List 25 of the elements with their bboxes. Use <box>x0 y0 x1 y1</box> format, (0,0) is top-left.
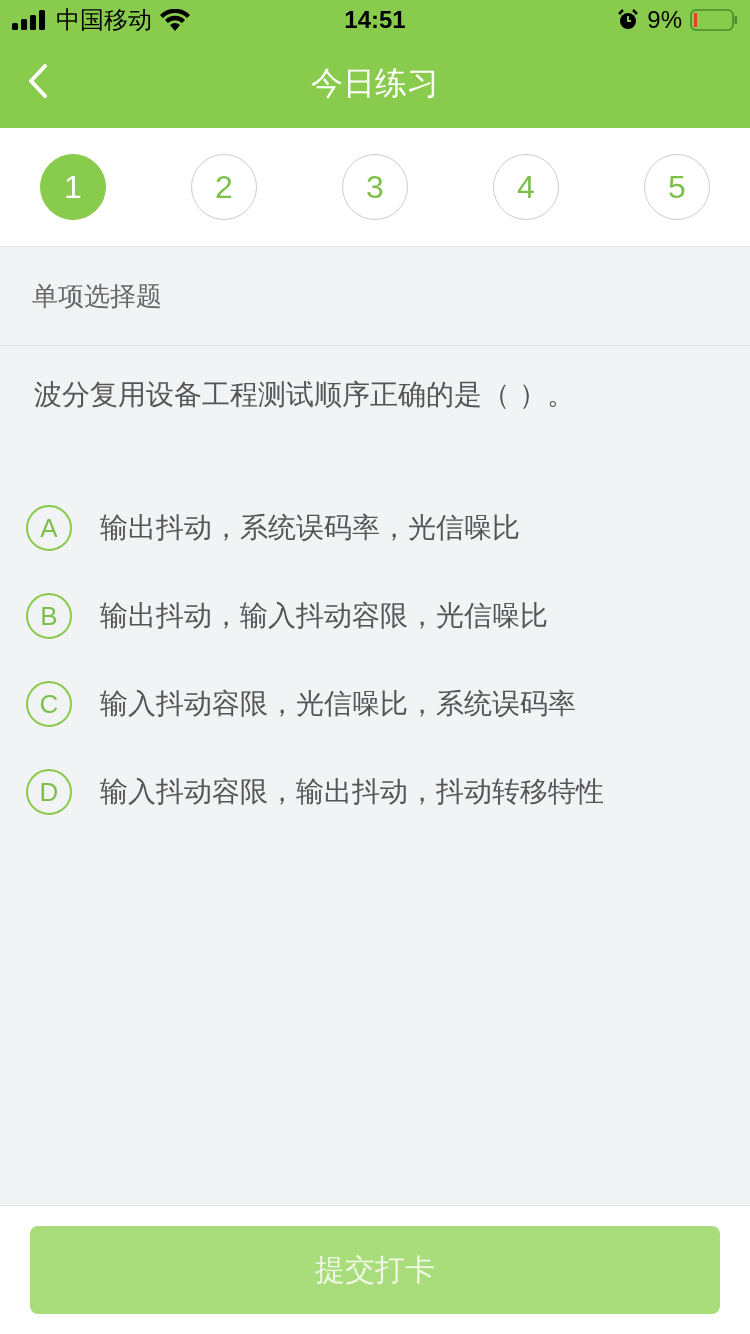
page-title: 今日练习 <box>311 63 439 104</box>
clock-time: 14:51 <box>344 6 406 34</box>
battery-icon <box>690 9 738 31</box>
back-button[interactable] <box>28 64 48 98</box>
section-header: 单项选择题 <box>0 247 750 346</box>
option-letter: A <box>26 505 72 551</box>
question-number-tab[interactable]: 1 <box>40 154 106 220</box>
alarm-icon <box>617 9 640 31</box>
wifi-icon <box>160 9 190 31</box>
question-number-tab[interactable]: 2 <box>191 154 257 220</box>
signal-icon <box>12 10 48 30</box>
answer-option[interactable]: C 输入抖动容限，光信噪比，系统误码率 <box>26 660 724 748</box>
carrier-name: 中国移动 <box>56 5 152 35</box>
answer-option[interactable]: B 输出抖动，输入抖动容限，光信噪比 <box>26 572 724 660</box>
option-letter: B <box>26 593 72 639</box>
question-number-tab[interactable]: 4 <box>493 154 559 220</box>
answer-option[interactable]: A 输出抖动，系统误码率，光信噪比 <box>26 484 724 572</box>
option-letter: D <box>26 769 72 815</box>
question-text: 波分复用设备工程测试顺序正确的是（ ）。 <box>34 377 576 413</box>
option-letter: C <box>26 681 72 727</box>
question-number-tab[interactable]: 5 <box>644 154 710 220</box>
chevron-left-icon <box>28 64 48 98</box>
battery-percent: 9% <box>647 6 682 34</box>
answer-option[interactable]: D 输入抖动容限，输出抖动，抖动转移特性 <box>26 748 724 836</box>
question-number-tab[interactable]: 3 <box>342 154 408 220</box>
